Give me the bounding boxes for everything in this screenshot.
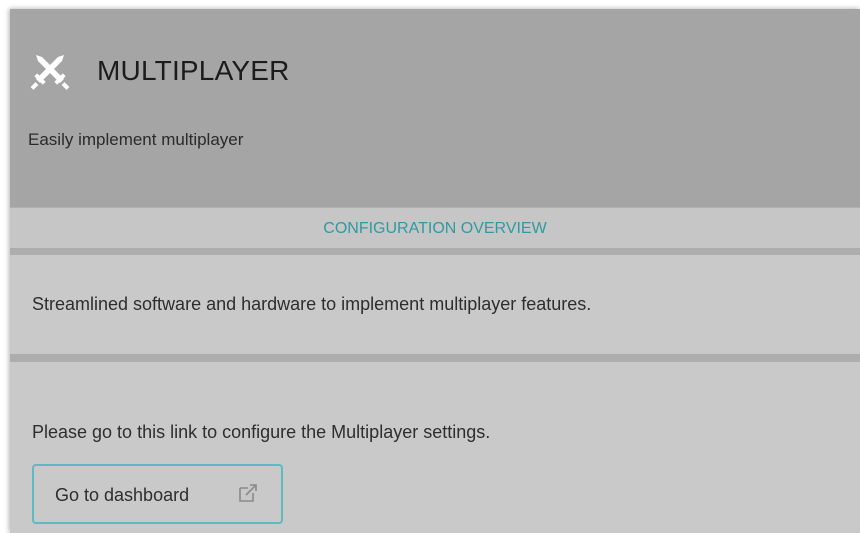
configure-instruction: Please go to this link to configure the … bbox=[32, 422, 491, 442]
crossed-swords-icon bbox=[30, 55, 70, 90]
tab-label: CONFIGURATION OVERVIEW bbox=[323, 220, 547, 237]
overview-card: Streamlined software and hardware to imp… bbox=[10, 255, 860, 362]
external-link-icon bbox=[239, 484, 257, 502]
go-to-dashboard-button[interactable]: Go to dashboard bbox=[32, 464, 283, 524]
multiplayer-panel: MULTIPLAYER Easily implement multiplayer… bbox=[10, 9, 860, 533]
service-subtitle: Easily implement multiplayer bbox=[28, 130, 244, 149]
service-title: MULTIPLAYER bbox=[97, 55, 290, 86]
service-header: MULTIPLAYER Easily implement multiplayer bbox=[10, 9, 860, 207]
dashboard-button-label: Go to dashboard bbox=[55, 485, 190, 505]
tab-configuration-overview[interactable]: CONFIGURATION OVERVIEW bbox=[10, 207, 860, 255]
overview-description: Streamlined software and hardware to imp… bbox=[32, 294, 592, 314]
configure-card: Please go to this link to configure the … bbox=[10, 362, 860, 533]
